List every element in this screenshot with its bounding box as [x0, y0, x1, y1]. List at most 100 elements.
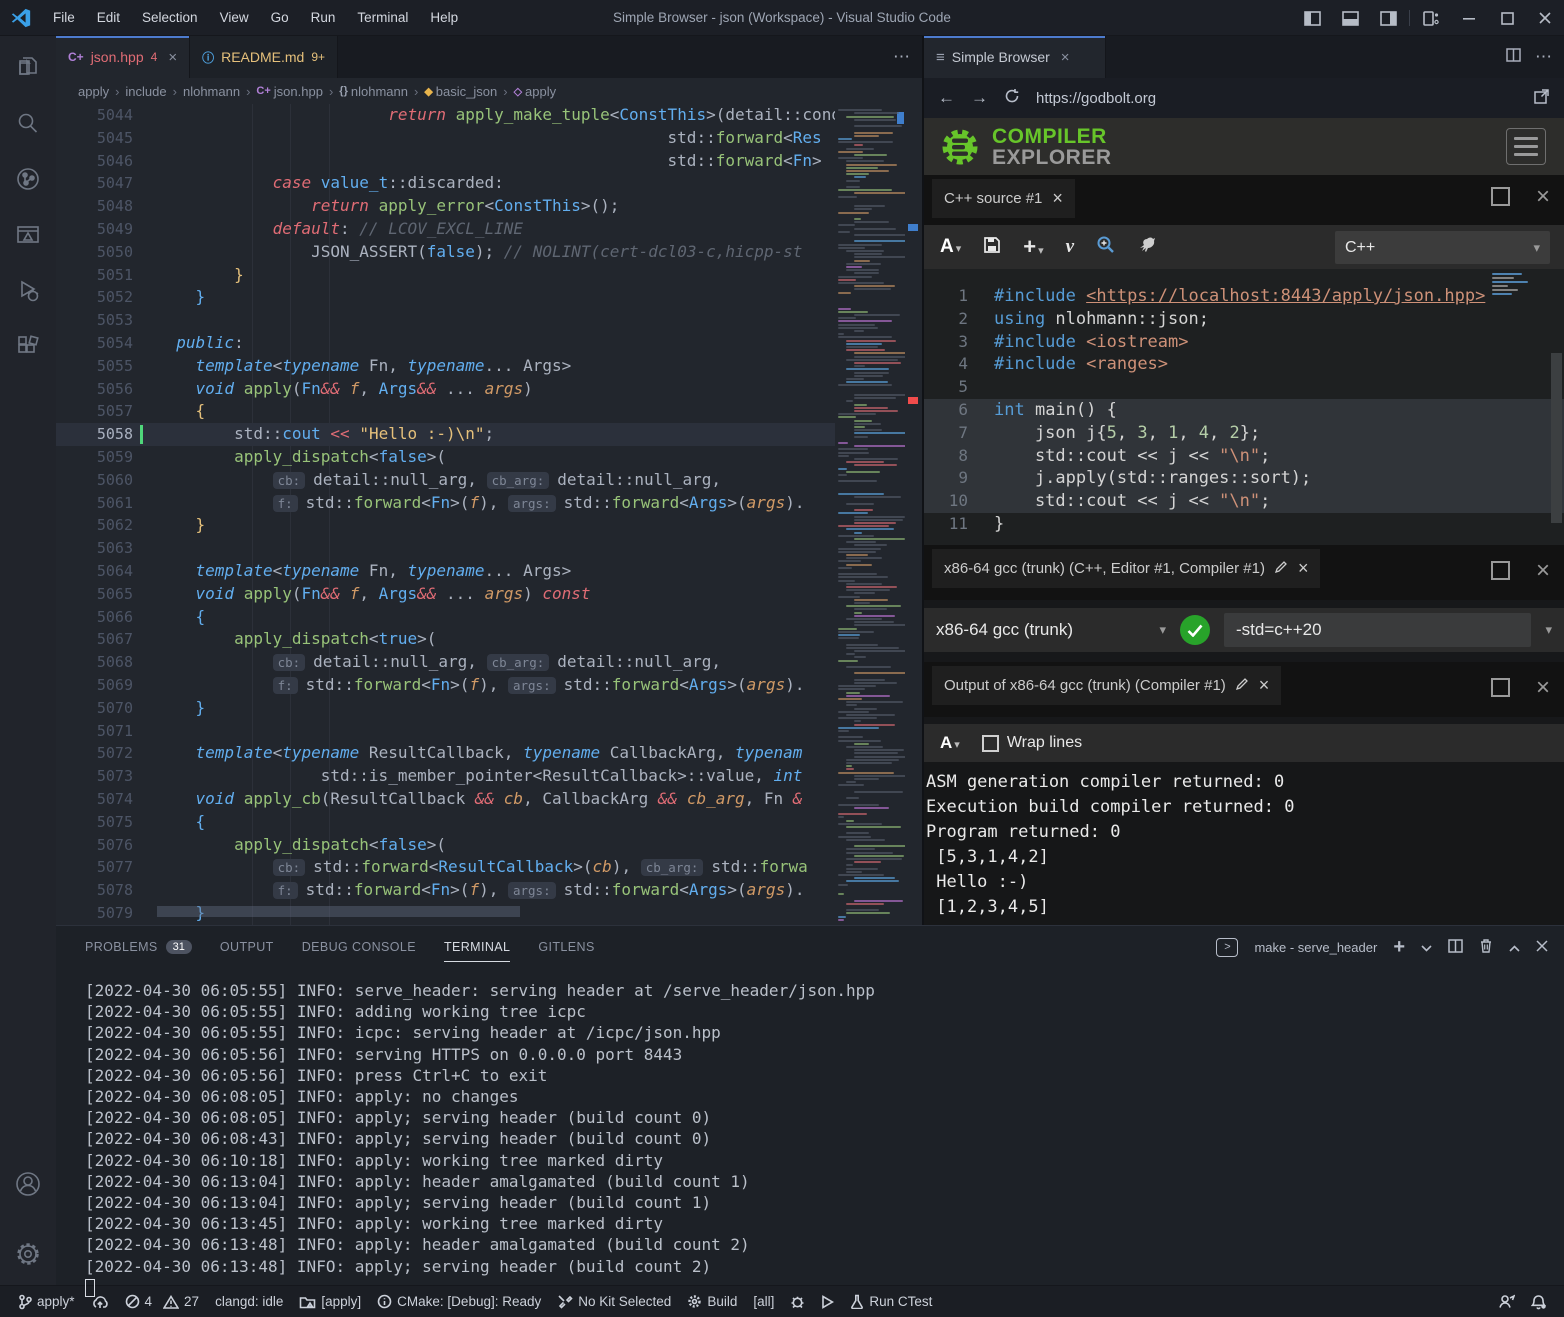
- code-line[interactable]: 5053: [56, 309, 835, 332]
- terminal-dropdown-icon[interactable]: [1421, 940, 1432, 955]
- code-line[interactable]: 5058 std::cout << "Hello :-)\n";: [56, 423, 835, 446]
- back-icon[interactable]: ←: [938, 88, 955, 108]
- code-line[interactable]: 5065 void apply(Fn&& f, Args&& ... args)…: [56, 583, 835, 606]
- code-line[interactable]: 5048 return apply_error<ConstThis>();: [56, 195, 835, 218]
- code-line[interactable]: 5076 apply_dispatch<false>(: [56, 834, 835, 857]
- tab-README.md[interactable]: ⓘREADME.md9+: [190, 36, 338, 78]
- code-editor[interactable]: 5044 return apply_make_tuple<ConstThis>(…: [56, 104, 922, 925]
- menu-file[interactable]: File: [44, 6, 84, 29]
- breadcrumb-item[interactable]: include: [125, 84, 166, 99]
- options-dropdown-icon[interactable]: ▾: [1545, 622, 1552, 638]
- compiler-explorer-logo-icon[interactable]: [938, 125, 982, 169]
- breadcrumb-item[interactable]: apply: [78, 84, 109, 99]
- godbolt-code-line[interactable]: 6int main() {: [924, 399, 1564, 422]
- maximize-pane-icon[interactable]: [1491, 678, 1510, 697]
- account-icon[interactable]: [11, 1167, 45, 1201]
- godbolt-code-line[interactable]: 3#include <iostream>: [924, 331, 1564, 354]
- edit-pane-title-icon[interactable]: [1275, 560, 1288, 577]
- extensions-icon[interactable]: [11, 330, 45, 364]
- code-line[interactable]: 5062 }: [56, 514, 835, 537]
- font-size-button[interactable]: A▾: [940, 733, 960, 753]
- code-line[interactable]: 5049 default: // LCOV_EXCL_LINE: [56, 218, 835, 241]
- code-line[interactable]: 5052 }: [56, 286, 835, 309]
- panel-tab-output[interactable]: OUTPUT: [220, 934, 274, 960]
- menu-help[interactable]: Help: [421, 6, 467, 29]
- godbolt-code-line[interactable]: 10 std::cout << j << "\n";: [924, 490, 1564, 513]
- code-line[interactable]: 5063: [56, 537, 835, 560]
- maximize-icon[interactable]: [1488, 0, 1526, 36]
- code-line[interactable]: 5047 case value_t::discarded:: [56, 172, 835, 195]
- godbolt-code-line[interactable]: 5: [924, 376, 1564, 399]
- godbolt-code-line[interactable]: 7 json j{5, 3, 1, 4, 2};: [924, 422, 1564, 445]
- code-line[interactable]: 5059 apply_dispatch<false>(: [56, 446, 835, 469]
- cppinsights-bird-icon[interactable]: [1137, 236, 1157, 259]
- close-tab-icon[interactable]: ×: [1061, 49, 1070, 66]
- kill-terminal-icon[interactable]: [1479, 938, 1493, 956]
- browser-more-actions-icon[interactable]: ⋯: [1535, 47, 1552, 67]
- maximize-pane-icon[interactable]: [1491, 561, 1510, 580]
- code-line[interactable]: 5066 {: [56, 606, 835, 629]
- godbolt-code-line[interactable]: 2using nlohmann::json;: [924, 308, 1564, 331]
- close-pane-icon[interactable]: ×: [1052, 188, 1063, 209]
- hamburger-menu-icon[interactable]: [1506, 128, 1546, 165]
- code-line[interactable]: 5061 f:std::forward<Fn>(f), args:std::fo…: [56, 492, 835, 515]
- compiler-explorer-logo-text[interactable]: COMPILER EXPLORER: [992, 126, 1112, 168]
- menu-terminal[interactable]: Terminal: [348, 6, 417, 29]
- code-line[interactable]: 5075 {: [56, 811, 835, 834]
- code-line[interactable]: 5069 f:std::forward<Fn>(f), args:std::fo…: [56, 674, 835, 697]
- panel-tab-debug-console[interactable]: DEBUG CONSOLE: [302, 934, 416, 960]
- menu-edit[interactable]: Edit: [88, 6, 129, 29]
- panel-tab-problems[interactable]: PROBLEMS31: [85, 934, 192, 960]
- wrap-lines-checkbox[interactable]: Wrap lines: [982, 734, 1082, 752]
- breadcrumb-item[interactable]: json.hpp: [274, 84, 323, 99]
- zoom-icon[interactable]: [1096, 235, 1115, 259]
- close-pane-icon[interactable]: ×: [1536, 561, 1550, 580]
- godbolt-code-line[interactable]: 11}: [924, 513, 1564, 536]
- customize-layout-icon[interactable]: [1412, 0, 1450, 36]
- new-terminal-icon[interactable]: +: [1393, 936, 1405, 959]
- tab-json.hpp[interactable]: C+json.hpp4×: [56, 36, 190, 78]
- code-line[interactable]: 5077 cb:std::forward<ResultCallback>(cb)…: [56, 856, 835, 879]
- godbolt-code-line[interactable]: 9 j.apply(std::ranges::sort);: [924, 467, 1564, 490]
- language-select[interactable]: C++▾: [1335, 231, 1550, 264]
- close-pane-icon[interactable]: ×: [1259, 675, 1270, 696]
- open-external-icon[interactable]: [1533, 88, 1550, 109]
- code-line[interactable]: 5045 std::forward<Res: [56, 127, 835, 150]
- vim-mode-icon[interactable]: v: [1066, 236, 1074, 258]
- explorer-icon[interactable]: [11, 50, 45, 84]
- minimize-icon[interactable]: [1450, 0, 1488, 36]
- compiler-pane-tab[interactable]: x86-64 gcc (trunk) (C++, Editor #1, Comp…: [932, 549, 1320, 588]
- godbolt-code-line[interactable]: 4#include <ranges>: [924, 353, 1564, 376]
- code-line[interactable]: 5068 cb:detail::null_arg, cb_arg:detail:…: [56, 651, 835, 674]
- code-line[interactable]: 5072 template<typename ResultCallback, t…: [56, 742, 835, 765]
- code-line[interactable]: 5044 return apply_make_tuple<ConstThis>(…: [56, 104, 835, 127]
- terminal-output[interactable]: [2022-04-30 06:05:55] INFO: serve_header…: [56, 968, 1564, 1302]
- source-control-icon[interactable]: [11, 162, 45, 196]
- menu-view[interactable]: View: [211, 6, 258, 29]
- cmake-icon[interactable]: [11, 218, 45, 252]
- add-pane-button[interactable]: +▾: [1023, 234, 1043, 260]
- forward-icon[interactable]: →: [971, 88, 988, 108]
- run-debug-icon[interactable]: [11, 274, 45, 308]
- godbolt-scrollbar[interactable]: [1551, 353, 1562, 523]
- compiler-options-input[interactable]: -std=c++20: [1224, 613, 1531, 647]
- source-pane-tab[interactable]: C++ source #1 ×: [932, 179, 1075, 218]
- close-pane-icon[interactable]: ×: [1298, 558, 1309, 579]
- font-size-button[interactable]: A▾: [940, 236, 961, 258]
- code-line[interactable]: 5055 template<typename Fn, typename... A…: [56, 355, 835, 378]
- godbolt-source-editor[interactable]: 1#include <https://localhost:8443/apply/…: [924, 269, 1564, 545]
- code-line[interactable]: 5057 {: [56, 400, 835, 423]
- settings-icon[interactable]: [11, 1237, 45, 1271]
- url-input[interactable]: https://godbolt.org: [1036, 90, 1517, 107]
- horizontal-scrollbar[interactable]: [157, 906, 520, 917]
- split-terminal-icon[interactable]: [1448, 939, 1463, 956]
- editor-more-actions-icon[interactable]: ⋯: [893, 47, 910, 67]
- reload-icon[interactable]: [1004, 88, 1020, 108]
- toggle-sidebar-icon[interactable]: [1293, 0, 1331, 36]
- code-line[interactable]: 5050 JSON_ASSERT(false); // NOLINT(cert-…: [56, 241, 835, 264]
- code-line[interactable]: 5073 std::is_member_pointer<ResultCallba…: [56, 765, 835, 788]
- code-line[interactable]: 5078 f:std::forward<Fn>(f), args:std::fo…: [56, 879, 835, 902]
- code-line[interactable]: 5054 public:: [56, 332, 835, 355]
- breadcrumb-item[interactable]: basic_json: [436, 84, 497, 99]
- save-icon[interactable]: [983, 236, 1001, 259]
